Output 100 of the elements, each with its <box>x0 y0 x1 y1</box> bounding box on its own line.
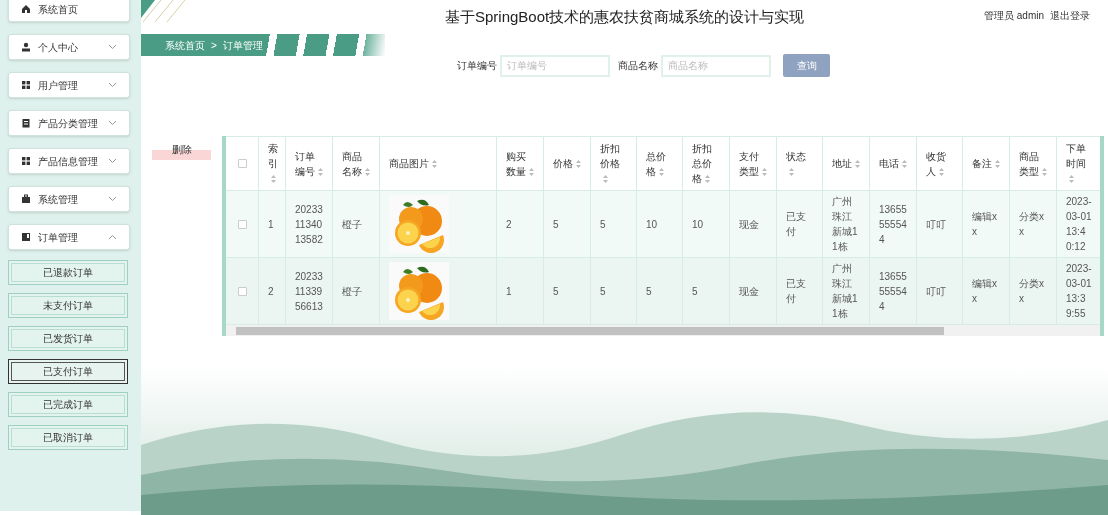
checkbox[interactable] <box>237 286 247 296</box>
checkbox[interactable] <box>237 219 247 229</box>
sort-icon[interactable] <box>603 175 608 184</box>
sort-icon[interactable] <box>789 167 794 176</box>
grid-icon <box>21 80 31 90</box>
column-header[interactable]: 商品图片 <box>389 156 437 171</box>
column-header[interactable]: 电话 <box>879 156 907 171</box>
chart-icon <box>21 232 31 242</box>
logout-link[interactable]: 退出登录 <box>1050 8 1090 23</box>
column-header[interactable]: 状态 <box>786 148 813 179</box>
table-cell-text: 13655555544 <box>879 202 907 247</box>
column-header[interactable]: 地址 <box>832 156 860 171</box>
briefcase-icon <box>21 194 31 204</box>
column-header[interactable]: 商品类型 <box>1019 148 1047 179</box>
sort-icon[interactable] <box>271 175 276 184</box>
column-header[interactable]: 商品名称 <box>342 148 370 179</box>
menu-label: 产品信息管理 <box>38 154 99 169</box>
table-cell-text: 分类xx <box>1019 277 1045 306</box>
user-icon <box>21 42 31 52</box>
field-label: 商品名称 <box>618 59 658 73</box>
column-header[interactable]: 总价格 <box>646 148 673 179</box>
sort-icon[interactable] <box>762 167 767 176</box>
table-cell-text: 广州珠江新城11栋 <box>832 262 859 321</box>
breadcrumb-item: > <box>211 38 217 53</box>
field-label: 订单编号 <box>457 59 497 73</box>
column-header[interactable]: 支付类型 <box>739 148 767 179</box>
column-header[interactable]: 备注 <box>972 156 1000 171</box>
column-header[interactable]: 购买数量 <box>506 148 534 179</box>
document-icon <box>21 118 31 128</box>
table-cell-text: 1 <box>506 284 512 299</box>
sort-icon[interactable] <box>939 167 944 176</box>
sort-icon[interactable] <box>855 160 860 169</box>
menu-item[interactable]: 系统首页 <box>8 0 130 22</box>
sort-icon[interactable] <box>1069 175 1074 184</box>
submenu-item[interactable]: 已支付订单 <box>8 359 128 384</box>
table-cell-text: 橙子 <box>342 284 362 299</box>
column-header[interactable]: 索引 <box>268 141 278 186</box>
column-header[interactable]: 折扣价格 <box>600 141 627 186</box>
menu-item[interactable]: 系统管理 <box>8 186 130 212</box>
table-cell-text: 现金 <box>739 217 759 232</box>
sort-icon[interactable] <box>1042 167 1047 176</box>
menu-item[interactable]: 订单管理 <box>8 224 130 250</box>
sort-icon[interactable] <box>995 160 1000 169</box>
sort-icon[interactable] <box>659 167 664 176</box>
table-cell-text: 橙子 <box>342 217 362 232</box>
table-cell-text: 13655555544 <box>879 269 907 314</box>
menu-item[interactable]: 产品信息管理 <box>8 148 130 174</box>
chevron-icon <box>108 234 117 240</box>
delete-button[interactable]: 删除 <box>152 144 211 160</box>
table-cell-text: 5 <box>692 284 698 299</box>
table-row[interactable]: 1 202331134013582 橙子 2 5 5 10 10 现金 已支付 广州珠江新城11栋 13655555544 叮叮 编辑xx 分类xx 2023-03-01 13:40:12 <box>226 191 1100 258</box>
submenu-item[interactable]: 已退款订单 <box>8 260 128 285</box>
table-cell-text: 2 <box>506 217 512 232</box>
sort-icon[interactable] <box>529 167 534 176</box>
table-cell-text: 叮叮 <box>926 284 946 299</box>
menu-item[interactable]: 个人中心 <box>8 34 130 60</box>
menu-label: 用户管理 <box>38 78 79 93</box>
menu-label: 系统管理 <box>38 192 79 207</box>
column-header[interactable]: 折扣总价格 <box>692 141 720 186</box>
table-cell-text: 5 <box>553 217 559 232</box>
table-cell-text: 10 <box>646 217 658 232</box>
horizontal-scrollbar[interactable] <box>226 325 1100 336</box>
menu-item[interactable]: 产品分类管理 <box>8 110 130 136</box>
table-cell-text: 2 <box>268 284 274 299</box>
table-cell-text: 5 <box>600 217 606 232</box>
table-cell-text: 编辑xx <box>972 277 998 306</box>
grid-icon <box>21 156 31 166</box>
sort-icon[interactable] <box>365 167 370 176</box>
menu-item[interactable]: 用户管理 <box>8 72 130 98</box>
table-cell-text: 编辑xx <box>972 210 998 239</box>
table-row[interactable]: 2 202331133956613 橙子 1 5 5 5 5 现金 已支付 广州珠江新城11栋 13655555544 叮叮 编辑xx 分类xx 2023-03-01 13:39:55 <box>226 258 1100 325</box>
sort-icon[interactable] <box>902 160 907 169</box>
column-header[interactable]: 价格 <box>553 156 581 171</box>
column-header[interactable]: 订单编号 <box>295 148 323 179</box>
sort-icon[interactable] <box>318 167 323 176</box>
sort-icon[interactable] <box>705 175 710 184</box>
column-header[interactable]: 收货人 <box>926 148 953 179</box>
sort-icon[interactable] <box>432 160 437 169</box>
table-cell-text: 10 <box>692 217 704 232</box>
menu-label: 系统首页 <box>38 2 79 17</box>
table-cell-text: 5 <box>646 284 652 299</box>
table-cell-text: 已支付 <box>786 277 807 306</box>
submenu-item[interactable]: 已取消订单 <box>8 425 128 450</box>
table-cell-text: 已支付 <box>786 210 807 239</box>
page-title: 基于SpringBoot技术的惠农扶贫商城系统的设计与实现 <box>445 7 805 27</box>
submenu-item[interactable]: 已完成订单 <box>8 392 128 417</box>
table-cell-text: 现金 <box>739 284 759 299</box>
checkbox[interactable] <box>237 159 247 168</box>
submenu-item[interactable]: 未支付订单 <box>8 293 128 318</box>
table-cell-text: 202331134013582 <box>295 202 323 247</box>
table-cell-text: 1 <box>268 217 274 232</box>
table-cell-text: 5 <box>600 284 606 299</box>
column-header[interactable]: 下单时间 <box>1066 141 1093 186</box>
menu-label: 产品分类管理 <box>38 116 99 131</box>
table-cell-text: 广州珠江新城11栋 <box>832 195 859 254</box>
submenu-item[interactable]: 已发货订单 <box>8 326 128 351</box>
sort-icon[interactable] <box>576 160 581 169</box>
menu-label: 个人中心 <box>38 40 79 55</box>
scrollbar-thumb[interactable] <box>236 326 944 335</box>
menu-label: 订单管理 <box>38 230 79 245</box>
